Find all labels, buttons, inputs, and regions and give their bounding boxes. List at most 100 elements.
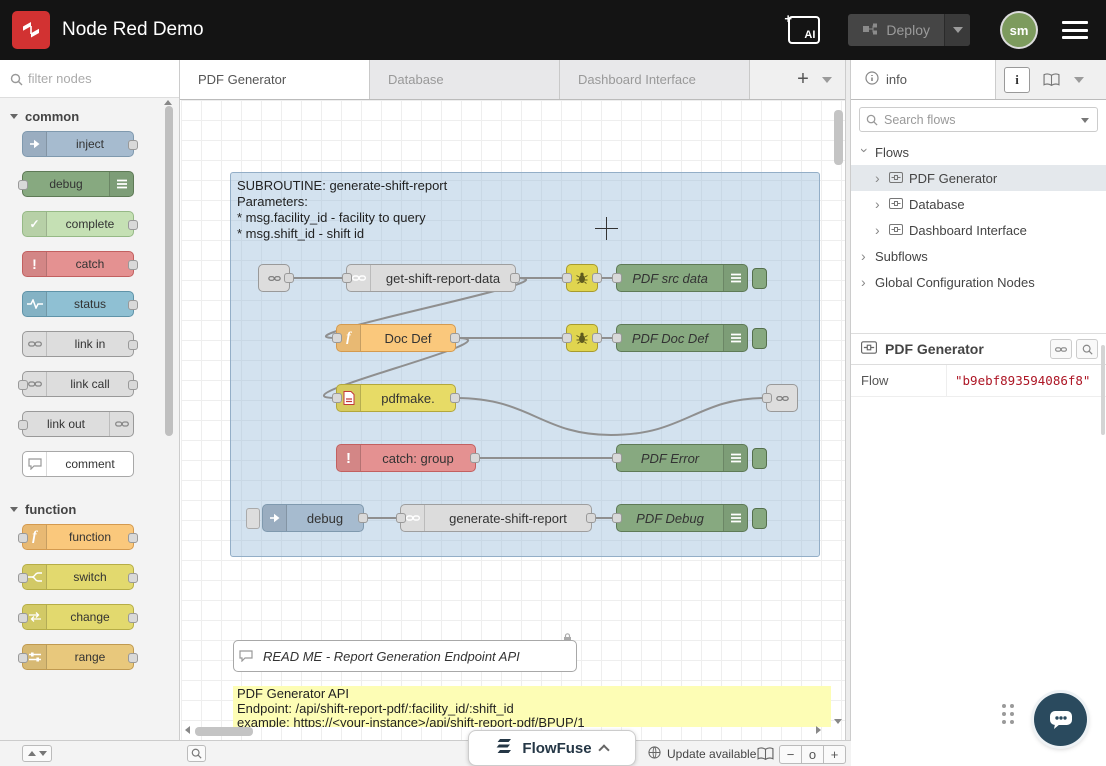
palette-collapse-button[interactable] (22, 745, 52, 762)
node-port[interactable] (128, 140, 138, 150)
palette-node-range[interactable]: range (22, 644, 134, 670)
node-inject-debug[interactable]: debug (262, 504, 364, 532)
palette-node-link-in[interactable]: link in (22, 331, 134, 357)
node-port[interactable] (128, 533, 138, 543)
node-comment-readme[interactable]: READ ME - Report Generation Endpoint API (233, 640, 577, 672)
palette-node-status[interactable]: status (22, 291, 134, 317)
node-port[interactable] (18, 653, 28, 663)
palette-node-complete[interactable]: ✓ complete (22, 211, 134, 237)
palette-node-function[interactable]: f function (22, 524, 134, 550)
node-port[interactable] (128, 613, 138, 623)
sidebar-menu-button[interactable] (1074, 77, 1084, 83)
scroll-left-arrow-icon[interactable] (185, 726, 190, 734)
palette-node-debug[interactable]: debug (22, 171, 134, 197)
node-output-port[interactable] (284, 273, 294, 283)
filter-nodes-input[interactable] (28, 60, 168, 96)
node-port[interactable] (128, 380, 138, 390)
node-generate-shift-report[interactable]: generate-shift-report (400, 504, 592, 532)
palette-scrollbar[interactable] (165, 106, 173, 436)
info-tab-icon-button[interactable]: i (1004, 67, 1030, 93)
user-avatar[interactable]: sm (1002, 13, 1036, 47)
node-output-port[interactable] (592, 273, 602, 283)
deploy-button[interactable]: Deploy (848, 14, 970, 46)
flowfuse-banner[interactable]: FlowFuse (468, 730, 636, 766)
canvas-horizontal-scrollbar[interactable] (195, 727, 253, 736)
node-port[interactable] (18, 180, 28, 190)
scroll-right-arrow-icon[interactable] (816, 726, 821, 734)
palette-node-change[interactable]: change (22, 604, 134, 630)
zoom-out-button[interactable]: − (779, 745, 802, 764)
node-catch-group[interactable]: ! catch: group (336, 444, 476, 472)
node-debug-breakpoint-2[interactable] (566, 324, 598, 352)
deploy-options-button[interactable] (944, 14, 970, 46)
node-input-port[interactable] (612, 513, 622, 523)
tree-item-dashboard-interface[interactable]: › Dashboard Interface (851, 217, 1106, 243)
node-input-port[interactable] (562, 273, 572, 283)
palette-node-link-out[interactable]: link out (22, 411, 134, 437)
palette-category-function[interactable]: function (0, 491, 179, 524)
node-link-out[interactable] (766, 384, 798, 412)
palette-category-common[interactable]: common (0, 98, 179, 131)
node-pdf-src-data[interactable]: PDF src data (616, 264, 748, 292)
node-input-port[interactable] (562, 333, 572, 343)
node-output-port[interactable] (358, 513, 368, 523)
palette-node-link-call[interactable]: link call (22, 371, 134, 397)
node-pdf-error[interactable]: PDF Error (616, 444, 748, 472)
workspace-search-button[interactable] (187, 745, 206, 762)
scroll-down-arrow-icon[interactable] (834, 719, 842, 724)
tab-dashboard-interface[interactable]: Dashboard Interface (560, 60, 750, 99)
tree-item-pdf-generator[interactable]: › PDF Generator (851, 165, 1106, 191)
search-flows-input[interactable] (884, 108, 1074, 131)
node-output-port[interactable] (586, 513, 596, 523)
node-input-port[interactable] (342, 273, 352, 283)
node-input-port[interactable] (396, 513, 406, 523)
node-port[interactable] (18, 573, 28, 583)
node-pdf-doc-def[interactable]: PDF Doc Def (616, 324, 748, 352)
flow-canvas[interactable]: SUBROUTINE: generate-shift-reportParamet… (181, 100, 845, 740)
node-pdf-debug[interactable]: PDF Debug (616, 504, 748, 532)
node-port[interactable] (128, 653, 138, 663)
tree-subflows[interactable]: › Subflows (851, 243, 1106, 269)
node-port[interactable] (128, 220, 138, 230)
add-flow-button[interactable]: + (790, 68, 816, 91)
node-port[interactable] (18, 420, 28, 430)
debug-toggle-button[interactable] (752, 268, 767, 289)
node-output-port[interactable] (450, 393, 460, 403)
node-link-in[interactable] (258, 264, 290, 292)
node-doc-def[interactable]: f Doc Def (336, 324, 456, 352)
scroll-up-arrow-icon[interactable] (164, 100, 172, 105)
tree-item-database[interactable]: › Database (851, 191, 1106, 217)
node-port[interactable] (128, 300, 138, 310)
api-note-text[interactable]: PDF Generator API Endpoint: /api/shift-r… (233, 686, 831, 727)
node-debug-breakpoint-1[interactable] (566, 264, 598, 292)
search-flow-button[interactable] (1076, 339, 1098, 359)
tab-info[interactable]: info (851, 60, 996, 99)
debug-toggle-button[interactable] (752, 448, 767, 469)
node-input-port[interactable] (612, 333, 622, 343)
chat-widget-button[interactable] (1034, 693, 1087, 746)
ai-assistant-button[interactable]: + AI (788, 16, 820, 44)
docs-book-icon[interactable] (757, 747, 774, 766)
flow-id-value[interactable]: "b9ebf893594086f8" (947, 373, 1090, 388)
node-port[interactable] (128, 340, 138, 350)
tab-database[interactable]: Database (370, 60, 560, 99)
canvas-vertical-scrollbar[interactable] (834, 110, 843, 165)
node-port[interactable] (18, 533, 28, 543)
node-input-port[interactable] (612, 453, 622, 463)
node-port[interactable] (128, 573, 138, 583)
node-pdfmake[interactable]: pdfmake. (336, 384, 456, 412)
node-port[interactable] (128, 260, 138, 270)
debug-toggle-button[interactable] (752, 328, 767, 349)
tree-flows[interactable]: › Flows (851, 139, 1106, 165)
zoom-in-button[interactable]: + (823, 745, 846, 764)
sidebar-scrollbar[interactable] (1101, 345, 1105, 435)
copy-link-button[interactable] (1050, 339, 1072, 359)
node-get-shift-report-data[interactable]: get-shift-report-data (346, 264, 516, 292)
palette-node-switch[interactable]: switch (22, 564, 134, 590)
main-menu-button[interactable] (1062, 21, 1088, 39)
zoom-reset-button[interactable]: o (801, 745, 824, 764)
node-port[interactable] (18, 380, 28, 390)
node-output-port[interactable] (470, 453, 480, 463)
node-input-port[interactable] (762, 393, 772, 403)
tree-global-config[interactable]: › Global Configuration Nodes (851, 269, 1106, 295)
